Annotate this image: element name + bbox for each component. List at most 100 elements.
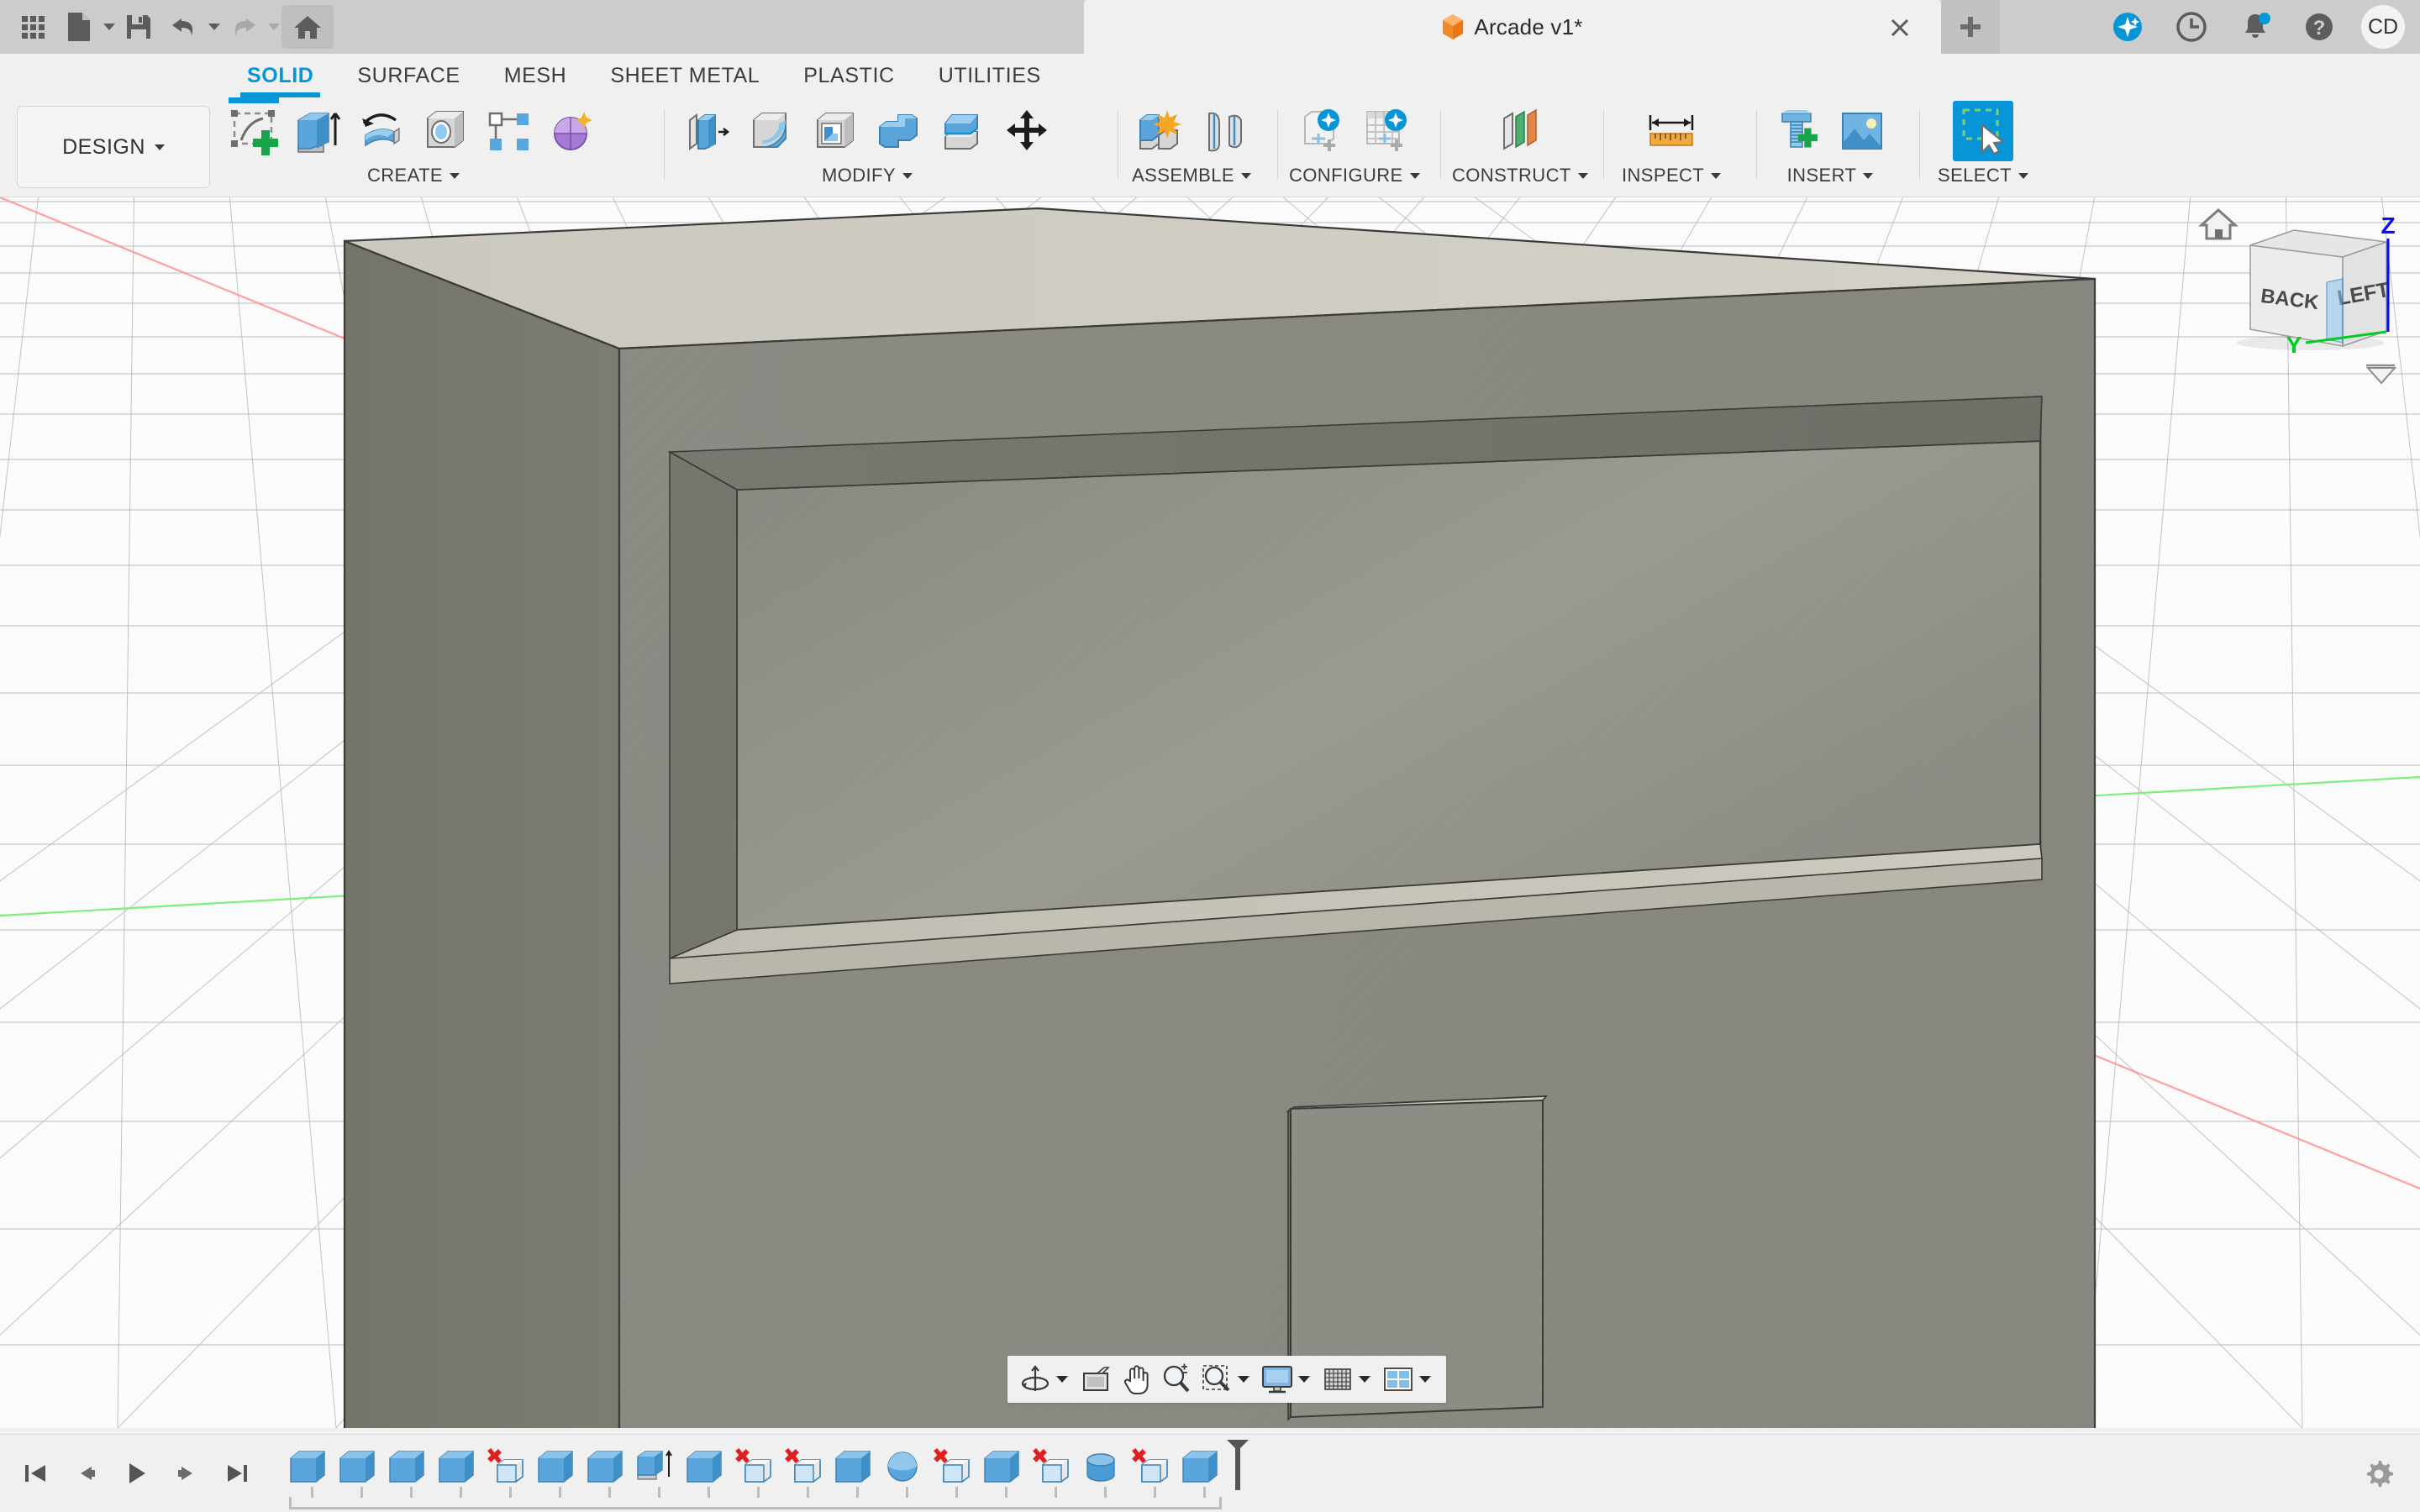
go-to-beginning-button[interactable] <box>18 1457 52 1490</box>
timeline-feature-box[interactable] <box>684 1446 724 1487</box>
joint-button[interactable] <box>1193 101 1254 161</box>
orbit-caret-icon[interactable] <box>1056 1376 1068 1383</box>
recent-activity-button[interactable] <box>2170 5 2213 49</box>
timeline-feature-box[interactable] <box>387 1446 427 1487</box>
timeline-feature-box[interactable] <box>337 1446 377 1487</box>
timeline-feature-box[interactable] <box>535 1446 576 1487</box>
panel-inspect: INSPECT <box>1622 101 1722 193</box>
undo-button[interactable] <box>162 5 206 49</box>
offset-plane-button[interactable] <box>1490 101 1550 161</box>
ai-assistant-button[interactable] <box>2106 5 2149 49</box>
move-copy-button[interactable] <box>997 101 1057 161</box>
new-document-button[interactable] <box>57 5 101 49</box>
viewcube-menu-icon[interactable] <box>2365 364 2397 385</box>
split-face-button[interactable] <box>933 101 993 161</box>
zoom-window-button[interactable] <box>1197 1360 1236 1399</box>
workspace-selector[interactable]: DESIGN <box>17 106 210 188</box>
panel-assemble-label-row[interactable]: ASSEMBLE <box>1132 165 1251 186</box>
timeline-feature-cut[interactable] <box>734 1446 774 1487</box>
configuration-table-button[interactable] <box>1356 101 1417 161</box>
avatar[interactable]: CD <box>2361 5 2405 49</box>
go-to-end-button[interactable] <box>220 1457 254 1490</box>
zoom-button[interactable] <box>1157 1360 1196 1399</box>
timeline-end-marker[interactable] <box>1225 1438 1250 1492</box>
new-tab-button[interactable] <box>1941 0 2000 54</box>
redo-caret-icon[interactable] <box>268 24 280 30</box>
display-settings-button[interactable] <box>1258 1360 1297 1399</box>
form-button[interactable] <box>543 101 603 161</box>
close-document-button[interactable] <box>1889 17 1911 39</box>
panel-create: CREATE <box>224 97 603 193</box>
timeline-feature-extrude[interactable] <box>634 1446 675 1487</box>
save-button[interactable] <box>117 5 160 49</box>
timeline-feature-cut[interactable] <box>783 1446 823 1487</box>
timeline-feature-box[interactable] <box>585 1446 625 1487</box>
help-button[interactable]: ? <box>2297 5 2341 49</box>
timeline-feature-box[interactable] <box>833 1446 873 1487</box>
step-forward-button[interactable] <box>170 1457 203 1490</box>
redo-button[interactable] <box>222 5 266 49</box>
timeline-feature-cut[interactable] <box>1031 1446 1071 1487</box>
new-document-caret-icon[interactable] <box>103 24 115 30</box>
timeline-feature-cut[interactable] <box>486 1446 526 1487</box>
tab-mesh[interactable]: MESH <box>482 54 589 97</box>
timeline-feature-cut[interactable] <box>1130 1446 1171 1487</box>
panel-configure-label-row[interactable]: CONFIGURE <box>1289 165 1420 186</box>
measure-button[interactable] <box>1641 101 1702 161</box>
panel-create-label-row[interactable]: CREATE <box>367 165 460 186</box>
timeline-feature-cut[interactable] <box>932 1446 972 1487</box>
panel-select-label-row[interactable]: SELECT <box>1938 165 2028 186</box>
undo-caret-icon[interactable] <box>208 24 220 30</box>
timeline-feature-cylinder[interactable] <box>1081 1446 1121 1487</box>
grid-snaps-caret-icon[interactable] <box>1359 1376 1370 1383</box>
document-tab[interactable]: Arcade v1* <box>1084 0 1941 54</box>
press-pull-button[interactable] <box>677 101 738 161</box>
tab-surface[interactable]: SURFACE <box>335 54 481 97</box>
orbit-button[interactable] <box>1016 1360 1055 1399</box>
panel-inspect-label-row[interactable]: INSPECT <box>1622 165 1722 186</box>
panel-insert-label-row[interactable]: INSERT <box>1787 165 1874 186</box>
view-cube[interactable]: BACK LEFT Z Y <box>2186 202 2405 395</box>
new-component-button[interactable] <box>1129 101 1190 161</box>
timeline-track[interactable] <box>287 1435 2420 1512</box>
home-view-icon[interactable] <box>2198 207 2238 240</box>
rectangular-pattern-button[interactable] <box>479 101 539 161</box>
timeline-feature-box[interactable] <box>981 1446 1022 1487</box>
display-settings-caret-icon[interactable] <box>1298 1376 1310 1383</box>
fillet-button[interactable] <box>741 101 802 161</box>
grid-snaps-button[interactable] <box>1318 1360 1357 1399</box>
extrude-button[interactable] <box>287 101 348 161</box>
panel-modify-label-row[interactable]: MODIFY <box>822 165 913 186</box>
decal-button[interactable] <box>1832 101 1892 161</box>
panel-construct-label-row[interactable]: CONSTRUCT <box>1452 165 1588 186</box>
timeline-feature-box[interactable] <box>436 1446 476 1487</box>
create-configuration-button[interactable] <box>1292 101 1353 161</box>
viewports-caret-icon[interactable] <box>1419 1376 1431 1383</box>
zoom-window-caret-icon[interactable] <box>1238 1376 1249 1383</box>
play-button[interactable] <box>119 1457 153 1490</box>
timeline-feature-sphere[interactable] <box>882 1446 923 1487</box>
combine-button[interactable] <box>869 101 929 161</box>
hole-button[interactable] <box>415 101 476 161</box>
home-button[interactable] <box>281 5 334 49</box>
timeline-feature-box[interactable] <box>287 1446 328 1487</box>
viewports-button[interactable] <box>1379 1360 1418 1399</box>
step-back-button[interactable] <box>69 1457 103 1490</box>
app-grid-button[interactable] <box>12 5 55 49</box>
notifications-button[interactable] <box>2233 5 2277 49</box>
tab-plastic[interactable]: PLASTIC <box>781 54 916 97</box>
select-button[interactable] <box>1952 101 2013 161</box>
create-sketch-button[interactable] <box>224 97 284 161</box>
tab-utilities[interactable]: UTILITIES <box>917 54 1063 97</box>
tab-solid[interactable]: SOLID <box>225 54 335 97</box>
shell-button[interactable] <box>805 101 865 161</box>
timeline-settings-button[interactable] <box>2363 1458 2395 1490</box>
tab-sheet-metal[interactable]: SHEET METAL <box>588 54 781 97</box>
pan-button[interactable] <box>1117 1360 1155 1399</box>
look-at-button[interactable] <box>1076 1360 1115 1399</box>
3d-viewport[interactable]: BACK LEFT Z Y <box>0 197 2420 1428</box>
insert-mcmaster-button[interactable] <box>1768 101 1828 161</box>
timeline-feature-box[interactable] <box>1180 1446 1220 1487</box>
timeline-tick <box>1004 1487 1007 1498</box>
revolve-button[interactable] <box>351 101 412 161</box>
